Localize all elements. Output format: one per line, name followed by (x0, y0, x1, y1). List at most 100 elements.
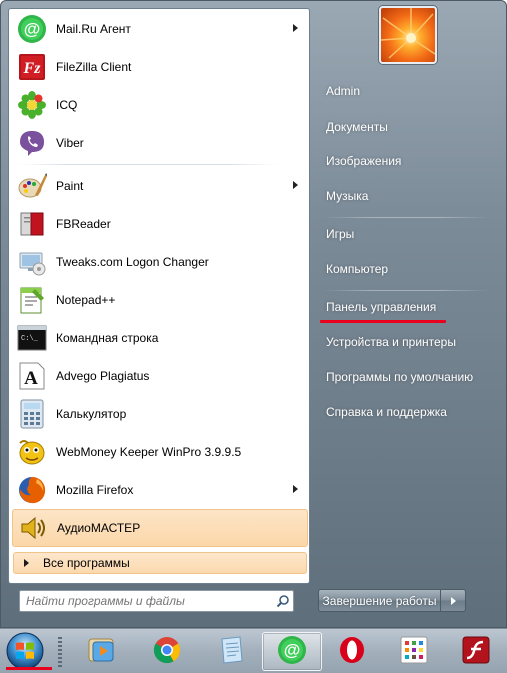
annotation-underline (6, 667, 52, 670)
program-icq[interactable]: ICQ (12, 86, 308, 124)
taskbar-grip[interactable] (58, 637, 62, 667)
right-item-label: Изображения (326, 154, 402, 168)
program-firefox[interactable]: Mozilla Firefox (12, 471, 308, 509)
submenu-arrow-icon[interactable] (293, 24, 298, 32)
taskbar-media-player[interactable] (72, 632, 132, 671)
taskbar: @ (0, 628, 507, 673)
program-filezilla[interactable]: Fz FileZilla Client (12, 48, 308, 86)
right-item-games[interactable]: Игры (318, 219, 498, 249)
program-cmd[interactable]: C:\_ Командная строка (12, 319, 308, 357)
right-item-devices-printers[interactable]: Устройства и принтеры (318, 327, 498, 357)
program-audiomaster[interactable]: АудиоМАСТЕР (12, 509, 308, 547)
svg-text:@: @ (24, 20, 41, 39)
audiomaster-icon (17, 512, 49, 544)
right-item-label: Музыка (326, 189, 369, 203)
mailru-agent-icon: @ (16, 13, 48, 45)
right-item-images[interactable]: Изображения (318, 146, 498, 176)
icq-icon (16, 89, 48, 121)
shutdown-label: Завершение работы (322, 593, 437, 608)
program-webmoney[interactable]: WebMoney Keeper WinPro 3.9.9.5 (12, 433, 308, 471)
program-label: Командная строка (56, 331, 159, 345)
right-item-control-panel[interactable]: Панель управления (318, 292, 498, 322)
firefox-icon (16, 474, 48, 506)
taskbar-app-grid[interactable] (384, 632, 444, 671)
filezilla-icon: Fz (16, 51, 48, 83)
search-input[interactable] (20, 592, 273, 610)
program-label: FileZilla Client (56, 60, 132, 74)
mailru-agent-icon: @ (277, 635, 307, 668)
program-calculator[interactable]: Калькулятор (12, 395, 308, 433)
program-label: Калькулятор (56, 407, 127, 421)
program-paint[interactable]: Paint (12, 167, 308, 205)
program-label: Mozilla Firefox (56, 483, 134, 497)
taskbar-flash[interactable] (446, 632, 506, 671)
app-grid-icon (400, 636, 428, 667)
all-programs-label: Все программы (43, 556, 130, 570)
right-item-help-support[interactable]: Справка и поддержка (318, 397, 498, 427)
pinned-programs-list: @ Mail.Ru Агент Fz FileZilla Client ICQ (12, 10, 308, 547)
program-viber[interactable]: Viber (12, 124, 308, 162)
svg-text:@: @ (284, 641, 301, 660)
taskbar-chrome[interactable] (137, 632, 197, 671)
search-box[interactable] (19, 590, 294, 612)
program-label: АудиоМАСТЕР (57, 521, 141, 535)
cmd-icon: C:\_ (16, 322, 48, 354)
chevron-right-icon (450, 596, 456, 605)
svg-text:A: A (24, 368, 38, 389)
right-item-default-programs[interactable]: Программы по умолчанию (318, 362, 498, 392)
taskbar-opera[interactable] (322, 632, 382, 671)
all-programs-button[interactable]: Все программы (13, 552, 307, 574)
submenu-arrow-icon[interactable] (293, 181, 298, 189)
paint-icon (16, 170, 48, 202)
right-item-label: Игры (326, 227, 355, 241)
program-label: ICQ (56, 98, 78, 112)
submenu-arrow-icon[interactable] (293, 485, 298, 493)
program-logon-changer[interactable]: Tweaks.com Logon Changer (12, 243, 308, 281)
program-label: Notepad++ (56, 293, 116, 307)
program-label: Mail.Ru Агент (56, 22, 131, 36)
separator (322, 290, 490, 291)
right-item-label: Программы по умолчанию (326, 370, 474, 384)
notepadpp-icon (16, 284, 48, 316)
right-item-label: Панель управления (326, 300, 437, 314)
program-notepadpp[interactable]: Notepad++ (12, 281, 308, 319)
opera-icon (337, 635, 367, 668)
separator (18, 164, 278, 165)
program-label: WebMoney Keeper WinPro 3.9.9.5 (56, 445, 242, 459)
right-item-label: Документы (326, 120, 388, 134)
taskbar-mailru-agent[interactable]: @ (262, 632, 322, 671)
annotation-underline (320, 320, 446, 323)
logon-changer-icon (16, 246, 48, 278)
taskbar-notepad[interactable] (202, 632, 262, 671)
program-mailru-agent[interactable]: @ Mail.Ru Агент (12, 10, 308, 48)
search-icon[interactable] (273, 591, 293, 611)
program-label: Tweaks.com Logon Changer (56, 255, 209, 269)
programs-pane: @ Mail.Ru Агент Fz FileZilla Client ICQ (8, 8, 310, 584)
notepad-icon (218, 635, 246, 668)
right-item-label: Admin (326, 84, 361, 98)
shutdown-button[interactable]: Завершение работы (318, 589, 441, 612)
start-button[interactable] (4, 631, 46, 671)
viber-icon (16, 127, 48, 159)
right-item-admin[interactable]: Admin (318, 76, 498, 106)
program-fbreader[interactable]: FBReader (12, 205, 308, 243)
right-item-label: Компьютер (326, 262, 389, 276)
program-label: FBReader (56, 217, 111, 231)
shutdown-options-button[interactable] (441, 589, 466, 612)
right-item-label: Справка и поддержка (326, 405, 447, 419)
program-advego[interactable]: A Advego Plagiatus (12, 357, 308, 395)
svg-text:Fz: Fz (23, 60, 42, 77)
right-item-computer[interactable]: Компьютер (318, 254, 498, 284)
shutdown-control: Завершение работы (318, 589, 466, 612)
flash-icon (461, 635, 491, 668)
play-arrow-icon (24, 559, 29, 567)
user-avatar[interactable] (379, 6, 437, 64)
svg-text:C:\_: C:\_ (21, 335, 39, 343)
right-item-music[interactable]: Музыка (318, 181, 498, 211)
program-label: Viber (56, 136, 84, 150)
separator (322, 217, 490, 218)
calculator-icon (16, 398, 48, 430)
right-item-label: Устройства и принтеры (326, 335, 456, 349)
right-item-documents[interactable]: Документы (318, 112, 498, 142)
webmoney-icon (16, 436, 48, 468)
